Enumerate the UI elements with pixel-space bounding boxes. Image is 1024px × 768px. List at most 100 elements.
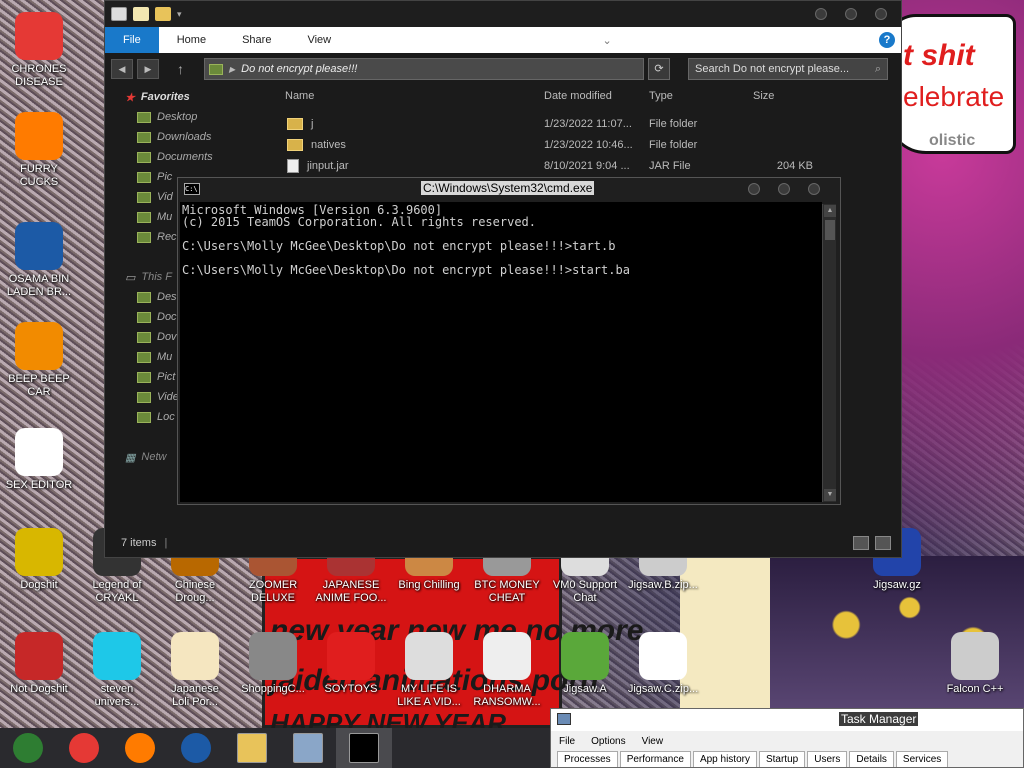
- desktop-icon[interactable]: ShoppingC...: [234, 632, 312, 696]
- properties-icon[interactable]: [133, 7, 149, 21]
- desktop-icon[interactable]: OSAMA BIN LADEN BR...: [0, 222, 78, 299]
- file-row[interactable]: natives 1/23/2022 10:46... File folder: [285, 134, 885, 155]
- folder-icon: [209, 63, 223, 75]
- tab-details[interactable]: Details: [849, 751, 894, 767]
- search-input[interactable]: Search Do not encrypt please... ⌕: [688, 58, 888, 80]
- taskbar-button[interactable]: [224, 728, 280, 768]
- scroll-up-icon[interactable]: ▲: [824, 205, 836, 217]
- desktop-icon-label: OSAMA BIN LADEN BR...: [6, 273, 72, 298]
- desktop-icon-label: Jigsaw.B.zip...: [628, 579, 698, 591]
- new-folder-icon[interactable]: [155, 7, 171, 21]
- desktop-icon[interactable]: Falcon C++: [936, 632, 1014, 696]
- item-count: 7 items: [121, 537, 157, 549]
- large-icons-view-icon[interactable]: [875, 536, 891, 550]
- sidebar-favorites[interactable]: ★ Favorites: [105, 87, 255, 107]
- scroll-thumb[interactable]: [825, 220, 835, 240]
- desktop-icon-label: MY LIFE IS LIKE A VID...: [397, 683, 461, 708]
- menu-file[interactable]: File: [559, 736, 575, 747]
- address-path: Do not encrypt please!!!: [241, 63, 358, 75]
- help-icon[interactable]: ?: [879, 32, 895, 48]
- details-view-icon[interactable]: [853, 536, 869, 550]
- search-icon[interactable]: ⌕: [875, 63, 887, 76]
- close-button[interactable]: [875, 8, 887, 20]
- maximize-button[interactable]: [845, 8, 857, 20]
- task-manager-title-bar[interactable]: Task Manager: [551, 709, 1023, 731]
- menu-view[interactable]: View: [642, 736, 664, 747]
- tab-app-history[interactable]: App history: [692, 751, 757, 767]
- cmd-scrollbar[interactable]: ▲ ▼: [822, 204, 836, 502]
- sidebar-item[interactable]: Downloads: [105, 127, 255, 147]
- desktop-icon[interactable]: Dogshit: [0, 528, 78, 592]
- taskbar-button[interactable]: [336, 728, 392, 768]
- minimize-button[interactable]: [815, 8, 827, 20]
- sidebar-item-label: Mu: [157, 211, 173, 223]
- tab-share[interactable]: Share: [224, 27, 289, 53]
- taskbar-button[interactable]: [56, 728, 112, 768]
- tab-performance[interactable]: Performance: [619, 751, 691, 767]
- desktop-icon[interactable]: FURRY CUCKS: [0, 112, 78, 189]
- desktop-icon[interactable]: DHARMA RANSOMW...: [468, 632, 546, 709]
- explorer-title-bar[interactable]: ▾: [105, 1, 901, 27]
- taskbar-button[interactable]: [0, 728, 56, 768]
- address-bar[interactable]: ▶ Do not encrypt please!!!: [204, 58, 644, 80]
- file-row[interactable]: jinput.jar 8/10/2021 9:04 ... JAR File 204 …: [285, 155, 885, 176]
- desktop-icon[interactable]: BEEP BEEP CAR: [0, 322, 78, 399]
- desktop-icon[interactable]: Jigsaw.C.zip...: [624, 632, 702, 696]
- close-button[interactable]: [808, 183, 820, 195]
- file-row[interactable]: j 1/23/2022 11:07... File folder: [285, 113, 885, 134]
- taskbar-button[interactable]: [168, 728, 224, 768]
- ribbon-expand-icon[interactable]: ⌄: [602, 34, 611, 47]
- tab-home[interactable]: Home: [159, 27, 224, 53]
- forward-button[interactable]: ▶: [137, 59, 159, 79]
- tab-file[interactable]: File: [105, 27, 159, 53]
- folder-icon: [137, 151, 151, 163]
- file-icon: [639, 632, 687, 680]
- taskbar-button[interactable]: [280, 728, 336, 768]
- file-size: 204 KB: [776, 159, 813, 172]
- tab-services[interactable]: Services: [895, 751, 949, 767]
- refresh-button[interactable]: ⟳: [648, 58, 670, 80]
- bubble-text-3: olistic: [929, 132, 976, 149]
- file-date: 1/23/2022 10:46...: [544, 138, 633, 151]
- column-type[interactable]: Type: [649, 87, 753, 107]
- desktop-icon-label: BEEP BEEP CAR: [8, 373, 70, 398]
- tab-startup[interactable]: Startup: [758, 751, 806, 767]
- column-date-modified[interactable]: Date modified: [544, 87, 649, 107]
- desktop-icon[interactable]: SEX EDITOR: [0, 428, 78, 492]
- tab-processes[interactable]: Processes: [557, 751, 618, 767]
- minimize-button[interactable]: [748, 183, 760, 195]
- column-size[interactable]: Size: [753, 87, 813, 107]
- scroll-down-icon[interactable]: ▼: [824, 489, 836, 501]
- tab-view[interactable]: View: [289, 27, 349, 53]
- desktop-icon[interactable]: steven univers...: [78, 632, 156, 709]
- maximize-button[interactable]: [778, 183, 790, 195]
- cmd-window[interactable]: C:\ C:\Windows\System32\cmd.exe Microsof…: [177, 177, 841, 505]
- desktop-icon[interactable]: Japanese Loli Por...: [156, 632, 234, 709]
- folder-icon: [137, 171, 151, 183]
- desktop-icon-label: FURRY CUCKS: [19, 163, 59, 188]
- file-explorer-icon: [237, 733, 267, 763]
- desktop-icon[interactable]: MY LIFE IS LIKE A VID...: [390, 632, 468, 709]
- column-name[interactable]: Name: [285, 87, 544, 107]
- desktop-icon[interactable]: Jigsaw.A: [546, 632, 624, 696]
- task-manager-window[interactable]: Task Manager File Options View Processes…: [550, 708, 1024, 768]
- menu-options[interactable]: Options: [591, 736, 625, 747]
- sidebar-item[interactable]: Documents: [105, 147, 255, 167]
- sidebar-label: Netw: [141, 451, 167, 463]
- flash-icon: [249, 632, 297, 680]
- desktop-icon[interactable]: CHRONES DISEASE: [0, 12, 78, 89]
- up-arrow-icon[interactable]: ↑: [177, 61, 184, 77]
- sidebar-item[interactable]: Desktop: [105, 107, 255, 127]
- chevron-down-icon[interactable]: ▾: [177, 9, 182, 20]
- breadcrumb-arrow-icon[interactable]: ▶: [229, 65, 235, 74]
- status-divider: |: [164, 537, 168, 549]
- desktop-icon[interactable]: Not Dogshit: [0, 632, 78, 696]
- file-name: natives: [311, 138, 346, 151]
- cmd-console-output[interactable]: Microsoft Windows [Version 6.3.9600] (c)…: [180, 202, 822, 502]
- back-button[interactable]: ◀: [111, 59, 133, 79]
- desktop-icon[interactable]: SOYTOYS: [312, 632, 390, 696]
- skull-icon: [483, 632, 531, 680]
- tab-users[interactable]: Users: [807, 751, 848, 767]
- cmd-title-bar[interactable]: C:\ C:\Windows\System32\cmd.exe: [178, 178, 840, 200]
- taskbar-button[interactable]: [112, 728, 168, 768]
